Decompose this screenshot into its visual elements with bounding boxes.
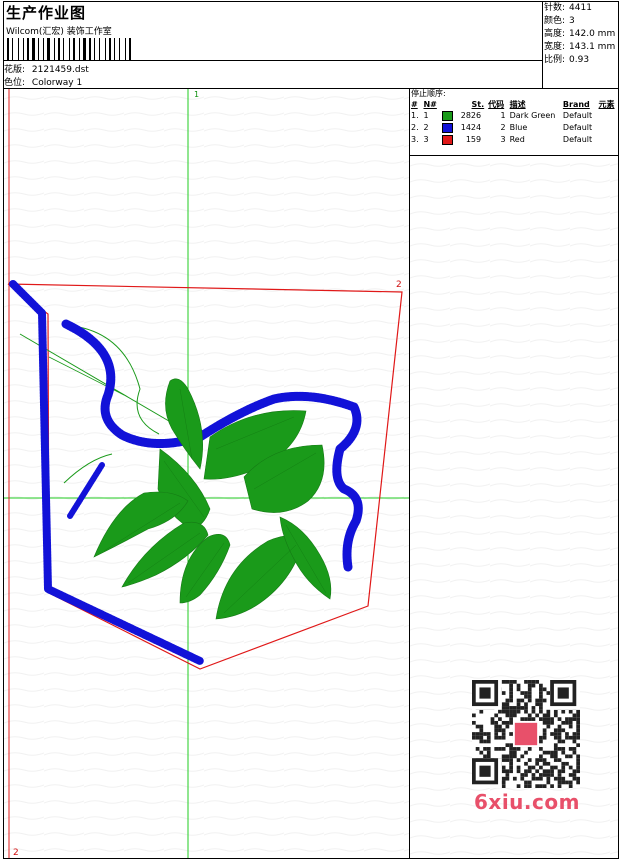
col-stitches: St. (471, 100, 485, 109)
spec-stitches: 针数: 4411 (544, 3, 592, 13)
row-index: 2. (411, 123, 419, 132)
row-element (597, 110, 618, 122)
colorway-value: Colorway 1 (31, 78, 83, 88)
design-line: 花版: 2121459.dst (4, 62, 89, 75)
row-brand: Default (562, 111, 593, 120)
col-index: # (411, 100, 418, 109)
col-element: 元素 (598, 100, 615, 109)
stop-sequence-title: 停止顺序: (411, 89, 446, 98)
col-code: 代码 (488, 100, 505, 109)
stop-sequence: 停止顺序: # N# St. 代码 描述 Brand 元素 1. 1 2826 1 Da… (409, 88, 618, 156)
row-needle: 3 (423, 135, 429, 144)
page-title: 生产作业图 (6, 4, 87, 22)
color-swatch (442, 134, 454, 145)
spec-colors: 颜色: 3 (544, 16, 575, 26)
row-desc: Blue (509, 123, 528, 132)
row-desc: Dark Green (509, 111, 556, 120)
row-brand: Default (562, 123, 593, 132)
col-brand: Brand (562, 100, 590, 109)
row-index: 3. (411, 135, 419, 144)
spec-height: 高度: 142.0 mm (544, 29, 616, 39)
site-logo: 6xiu.com (474, 790, 580, 814)
header: 生产作业图 Wilcom(汇宏) 装饰工作室 (4, 2, 542, 88)
sequence-row: 3. 3 159 3 Red Default (409, 134, 618, 146)
sequence-row: 1. 1 2826 1 Dark Green Default (409, 110, 618, 122)
spec-width: 宽度: 143.1 mm (544, 42, 616, 52)
color-swatch (442, 122, 454, 133)
specs-list: 针数: 4411 颜色: 3 高度: 142.0 mm 宽度: 143.1 mm 比例:… (542, 2, 618, 88)
colorway-label: 色位: (4, 78, 26, 88)
row-brand: Default (562, 135, 593, 144)
embroidery-preview: 1 2 2 (4, 89, 409, 858)
row-index: 1. (411, 111, 419, 120)
color-swatch (442, 110, 454, 121)
row-code: 3 (500, 135, 506, 144)
barcode (7, 38, 145, 60)
row-stitches: 1424 (440, 122, 486, 134)
sequence-row: 2. 2 1424 2 Blue Default (409, 122, 618, 134)
colorway-line: 色位: Colorway 1 (4, 75, 82, 88)
row-needle: 2 (423, 123, 429, 132)
header-divider (4, 60, 542, 61)
qr-code-image (472, 680, 580, 788)
marker-top: 1 (194, 90, 199, 99)
stop-sequence-table: # N# St. 代码 描述 Brand 元素 1. 1 2826 1 Dark Gre… (409, 99, 618, 146)
design-label: 花版: (4, 65, 26, 75)
row-stitches: 2826 (440, 110, 486, 122)
row-code: 1 (500, 111, 506, 120)
marker-bottom: 2 (13, 848, 19, 858)
row-desc: Red (509, 135, 525, 144)
col-desc: 描述 (509, 100, 526, 109)
marker-right: 2 (396, 280, 402, 290)
design-value: 2121459.dst (31, 65, 89, 75)
row-code: 2 (500, 123, 506, 132)
company-name: Wilcom(汇宏) 装饰工作室 (6, 27, 112, 37)
row-stitches: 159 (440, 134, 486, 146)
row-needle: 1 (423, 111, 429, 120)
row-element (597, 122, 618, 134)
spec-scale: 比例: 0.93 (544, 55, 590, 65)
row-element (597, 134, 618, 146)
col-needle: N# (423, 100, 437, 109)
